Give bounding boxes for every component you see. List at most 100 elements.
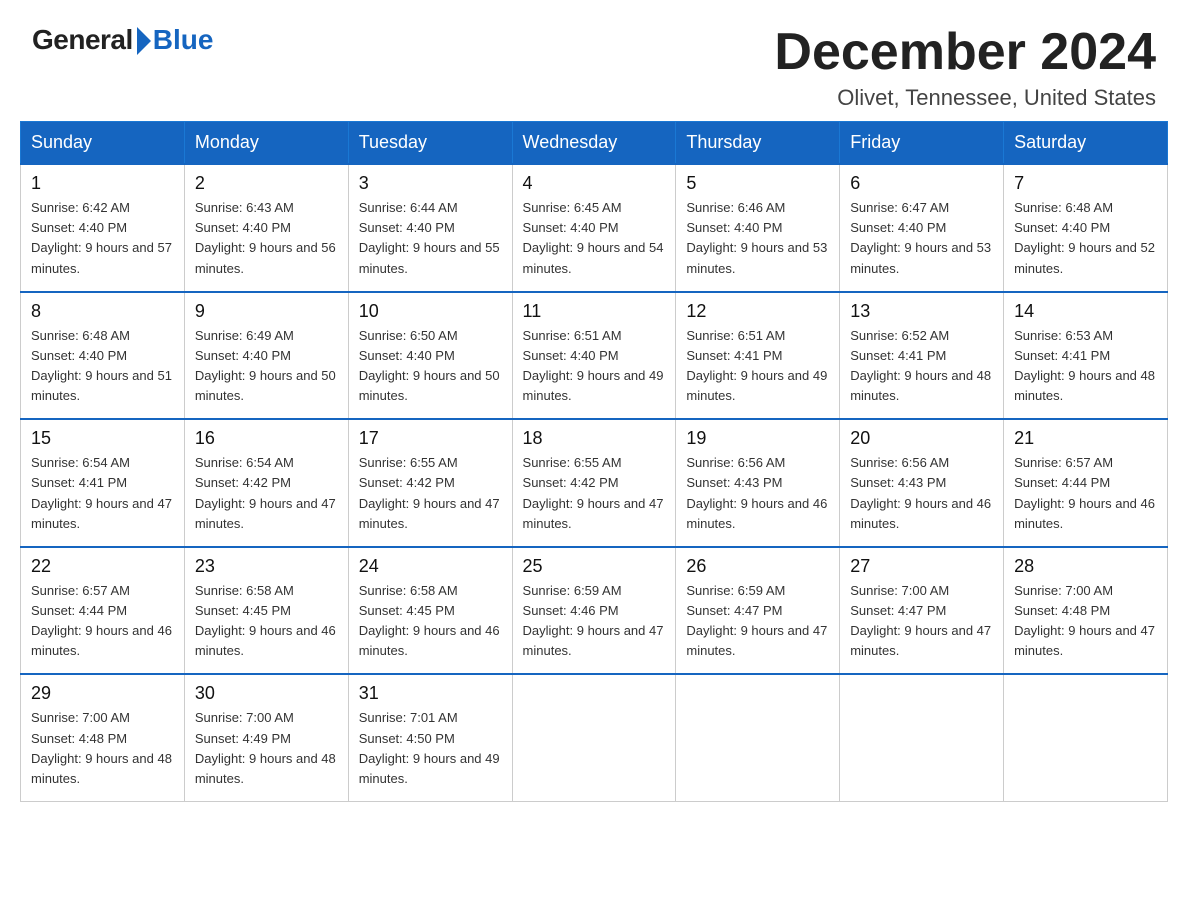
day-info: Sunrise: 6:58 AMSunset: 4:45 PMDaylight:…: [359, 581, 502, 662]
calendar-cell: 13 Sunrise: 6:52 AMSunset: 4:41 PMDaylig…: [840, 292, 1004, 420]
calendar-cell: 20 Sunrise: 6:56 AMSunset: 4:43 PMDaylig…: [840, 419, 1004, 547]
day-number: 17: [359, 428, 502, 449]
day-info: Sunrise: 7:01 AMSunset: 4:50 PMDaylight:…: [359, 708, 502, 789]
day-info: Sunrise: 6:56 AMSunset: 4:43 PMDaylight:…: [686, 453, 829, 534]
day-number: 30: [195, 683, 338, 704]
day-number: 24: [359, 556, 502, 577]
day-info: Sunrise: 6:56 AMSunset: 4:43 PMDaylight:…: [850, 453, 993, 534]
logo: General Blue: [32, 24, 213, 56]
day-info: Sunrise: 6:54 AMSunset: 4:42 PMDaylight:…: [195, 453, 338, 534]
calendar-cell: 14 Sunrise: 6:53 AMSunset: 4:41 PMDaylig…: [1004, 292, 1168, 420]
day-number: 1: [31, 173, 174, 194]
calendar-cell: 5 Sunrise: 6:46 AMSunset: 4:40 PMDayligh…: [676, 164, 840, 292]
day-info: Sunrise: 6:45 AMSunset: 4:40 PMDaylight:…: [523, 198, 666, 279]
calendar-cell: 23 Sunrise: 6:58 AMSunset: 4:45 PMDaylig…: [184, 547, 348, 675]
day-number: 18: [523, 428, 666, 449]
logo-arrow-icon: [137, 27, 151, 55]
calendar-cell: 18 Sunrise: 6:55 AMSunset: 4:42 PMDaylig…: [512, 419, 676, 547]
day-number: 22: [31, 556, 174, 577]
month-title: December 2024: [774, 24, 1156, 81]
day-info: Sunrise: 6:59 AMSunset: 4:47 PMDaylight:…: [686, 581, 829, 662]
calendar-cell: 21 Sunrise: 6:57 AMSunset: 4:44 PMDaylig…: [1004, 419, 1168, 547]
day-info: Sunrise: 6:48 AMSunset: 4:40 PMDaylight:…: [31, 326, 174, 407]
calendar-cell: 12 Sunrise: 6:51 AMSunset: 4:41 PMDaylig…: [676, 292, 840, 420]
calendar-cell: 31 Sunrise: 7:01 AMSunset: 4:50 PMDaylig…: [348, 674, 512, 801]
day-number: 11: [523, 301, 666, 322]
day-header-wednesday: Wednesday: [512, 122, 676, 165]
day-info: Sunrise: 6:49 AMSunset: 4:40 PMDaylight:…: [195, 326, 338, 407]
calendar-cell: 7 Sunrise: 6:48 AMSunset: 4:40 PMDayligh…: [1004, 164, 1168, 292]
calendar-cell: 30 Sunrise: 7:00 AMSunset: 4:49 PMDaylig…: [184, 674, 348, 801]
calendar-cell: 1 Sunrise: 6:42 AMSunset: 4:40 PMDayligh…: [21, 164, 185, 292]
day-number: 23: [195, 556, 338, 577]
day-header-tuesday: Tuesday: [348, 122, 512, 165]
days-header-row: SundayMondayTuesdayWednesdayThursdayFrid…: [21, 122, 1168, 165]
day-number: 3: [359, 173, 502, 194]
day-number: 21: [1014, 428, 1157, 449]
day-info: Sunrise: 7:00 AMSunset: 4:47 PMDaylight:…: [850, 581, 993, 662]
day-number: 9: [195, 301, 338, 322]
calendar-cell: 8 Sunrise: 6:48 AMSunset: 4:40 PMDayligh…: [21, 292, 185, 420]
day-number: 6: [850, 173, 993, 194]
day-info: Sunrise: 6:51 AMSunset: 4:40 PMDaylight:…: [523, 326, 666, 407]
location-text: Olivet, Tennessee, United States: [774, 85, 1156, 111]
day-header-friday: Friday: [840, 122, 1004, 165]
week-row-2: 8 Sunrise: 6:48 AMSunset: 4:40 PMDayligh…: [21, 292, 1168, 420]
day-info: Sunrise: 7:00 AMSunset: 4:49 PMDaylight:…: [195, 708, 338, 789]
day-info: Sunrise: 6:43 AMSunset: 4:40 PMDaylight:…: [195, 198, 338, 279]
calendar-cell: [1004, 674, 1168, 801]
day-info: Sunrise: 6:51 AMSunset: 4:41 PMDaylight:…: [686, 326, 829, 407]
week-row-5: 29 Sunrise: 7:00 AMSunset: 4:48 PMDaylig…: [21, 674, 1168, 801]
calendar-cell: [512, 674, 676, 801]
day-number: 4: [523, 173, 666, 194]
day-info: Sunrise: 6:58 AMSunset: 4:45 PMDaylight:…: [195, 581, 338, 662]
day-number: 16: [195, 428, 338, 449]
day-info: Sunrise: 6:57 AMSunset: 4:44 PMDaylight:…: [31, 581, 174, 662]
page-header: General Blue December 2024 Olivet, Tenne…: [0, 0, 1188, 121]
day-info: Sunrise: 6:59 AMSunset: 4:46 PMDaylight:…: [523, 581, 666, 662]
day-number: 28: [1014, 556, 1157, 577]
calendar-cell: 19 Sunrise: 6:56 AMSunset: 4:43 PMDaylig…: [676, 419, 840, 547]
calendar-cell: 28 Sunrise: 7:00 AMSunset: 4:48 PMDaylig…: [1004, 547, 1168, 675]
calendar-cell: [840, 674, 1004, 801]
day-header-monday: Monday: [184, 122, 348, 165]
day-number: 12: [686, 301, 829, 322]
calendar-cell: 10 Sunrise: 6:50 AMSunset: 4:40 PMDaylig…: [348, 292, 512, 420]
day-number: 26: [686, 556, 829, 577]
calendar-cell: 4 Sunrise: 6:45 AMSunset: 4:40 PMDayligh…: [512, 164, 676, 292]
day-number: 2: [195, 173, 338, 194]
calendar-cell: 2 Sunrise: 6:43 AMSunset: 4:40 PMDayligh…: [184, 164, 348, 292]
title-section: December 2024 Olivet, Tennessee, United …: [774, 24, 1156, 111]
day-info: Sunrise: 6:57 AMSunset: 4:44 PMDaylight:…: [1014, 453, 1157, 534]
calendar-cell: 25 Sunrise: 6:59 AMSunset: 4:46 PMDaylig…: [512, 547, 676, 675]
day-info: Sunrise: 6:46 AMSunset: 4:40 PMDaylight:…: [686, 198, 829, 279]
day-number: 29: [31, 683, 174, 704]
day-info: Sunrise: 6:42 AMSunset: 4:40 PMDaylight:…: [31, 198, 174, 279]
calendar-table: SundayMondayTuesdayWednesdayThursdayFrid…: [20, 121, 1168, 802]
day-number: 10: [359, 301, 502, 322]
calendar-cell: 11 Sunrise: 6:51 AMSunset: 4:40 PMDaylig…: [512, 292, 676, 420]
week-row-1: 1 Sunrise: 6:42 AMSunset: 4:40 PMDayligh…: [21, 164, 1168, 292]
calendar-container: SundayMondayTuesdayWednesdayThursdayFrid…: [0, 121, 1188, 822]
calendar-cell: 29 Sunrise: 7:00 AMSunset: 4:48 PMDaylig…: [21, 674, 185, 801]
day-header-thursday: Thursday: [676, 122, 840, 165]
calendar-cell: 15 Sunrise: 6:54 AMSunset: 4:41 PMDaylig…: [21, 419, 185, 547]
calendar-cell: [676, 674, 840, 801]
day-info: Sunrise: 6:44 AMSunset: 4:40 PMDaylight:…: [359, 198, 502, 279]
day-info: Sunrise: 6:54 AMSunset: 4:41 PMDaylight:…: [31, 453, 174, 534]
day-info: Sunrise: 6:53 AMSunset: 4:41 PMDaylight:…: [1014, 326, 1157, 407]
calendar-cell: 9 Sunrise: 6:49 AMSunset: 4:40 PMDayligh…: [184, 292, 348, 420]
day-info: Sunrise: 7:00 AMSunset: 4:48 PMDaylight:…: [31, 708, 174, 789]
calendar-cell: 26 Sunrise: 6:59 AMSunset: 4:47 PMDaylig…: [676, 547, 840, 675]
calendar-cell: 22 Sunrise: 6:57 AMSunset: 4:44 PMDaylig…: [21, 547, 185, 675]
day-number: 8: [31, 301, 174, 322]
calendar-cell: 6 Sunrise: 6:47 AMSunset: 4:40 PMDayligh…: [840, 164, 1004, 292]
day-info: Sunrise: 6:55 AMSunset: 4:42 PMDaylight:…: [359, 453, 502, 534]
logo-general-text: General: [32, 24, 133, 56]
calendar-cell: 16 Sunrise: 6:54 AMSunset: 4:42 PMDaylig…: [184, 419, 348, 547]
day-number: 14: [1014, 301, 1157, 322]
day-header-sunday: Sunday: [21, 122, 185, 165]
day-info: Sunrise: 6:47 AMSunset: 4:40 PMDaylight:…: [850, 198, 993, 279]
logo-blue-text: Blue: [153, 24, 214, 56]
day-number: 25: [523, 556, 666, 577]
